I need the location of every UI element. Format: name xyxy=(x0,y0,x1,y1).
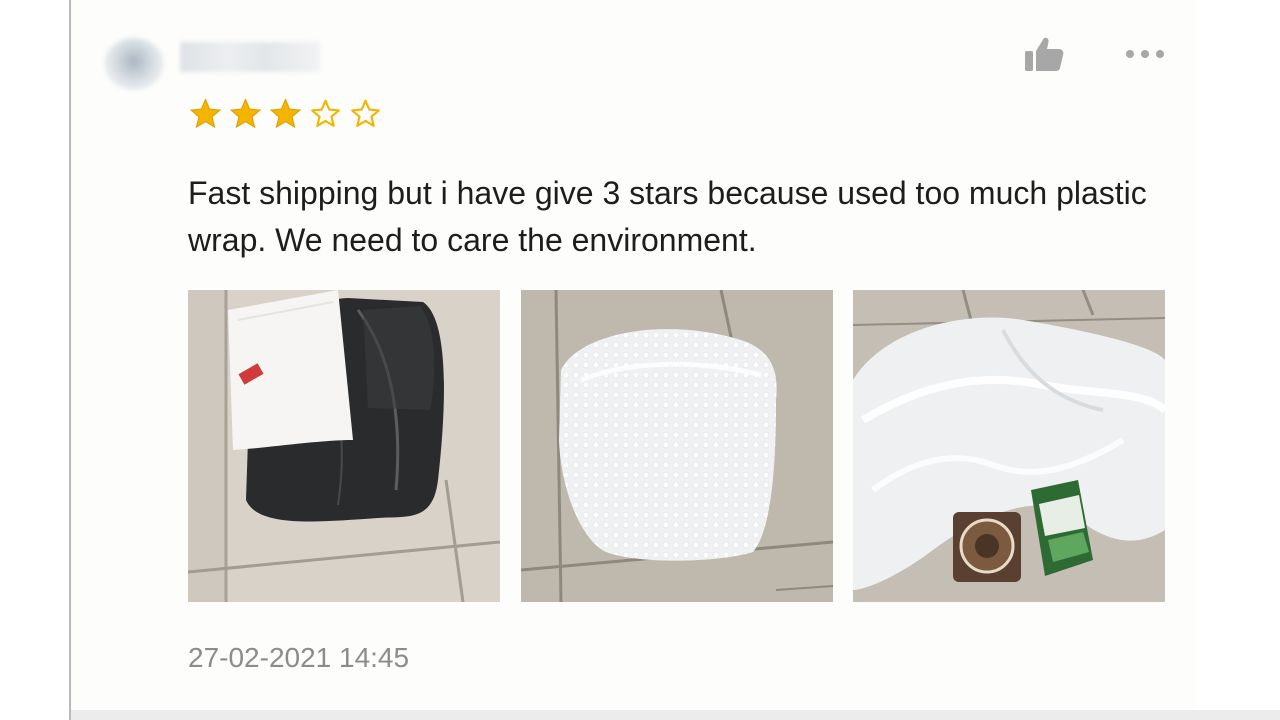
review-text: Fast shipping but i have give 3 stars be… xyxy=(188,175,1147,258)
review-timestamp: 27-02-2021 14:45 xyxy=(188,642,410,673)
star-filled-icon xyxy=(189,98,222,129)
review-photo[interactable] xyxy=(521,290,833,602)
star-empty-icon xyxy=(351,99,380,127)
bubble-wrap-package-photo xyxy=(521,290,833,602)
thumbs-up-icon[interactable] xyxy=(1022,34,1066,74)
reviewer-name[interactable]: ... xyxy=(180,42,320,72)
star-empty-icon xyxy=(311,99,340,127)
star-filled-icon xyxy=(269,98,302,129)
unwrapped-plastic-with-products-photo xyxy=(853,290,1165,602)
review-photo[interactable] xyxy=(188,290,500,602)
star-rating xyxy=(188,97,383,133)
avatar[interactable] xyxy=(104,38,164,90)
next-item-divider xyxy=(71,710,1280,720)
black-package-with-label-photo xyxy=(188,290,500,602)
review-photo[interactable] xyxy=(853,290,1165,602)
right-margin xyxy=(1197,0,1280,710)
more-dots-icon[interactable] xyxy=(1122,46,1168,62)
star-filled-icon xyxy=(229,98,262,129)
screenshot: ... Fast shipping but i have give 3 star… xyxy=(0,0,1280,720)
